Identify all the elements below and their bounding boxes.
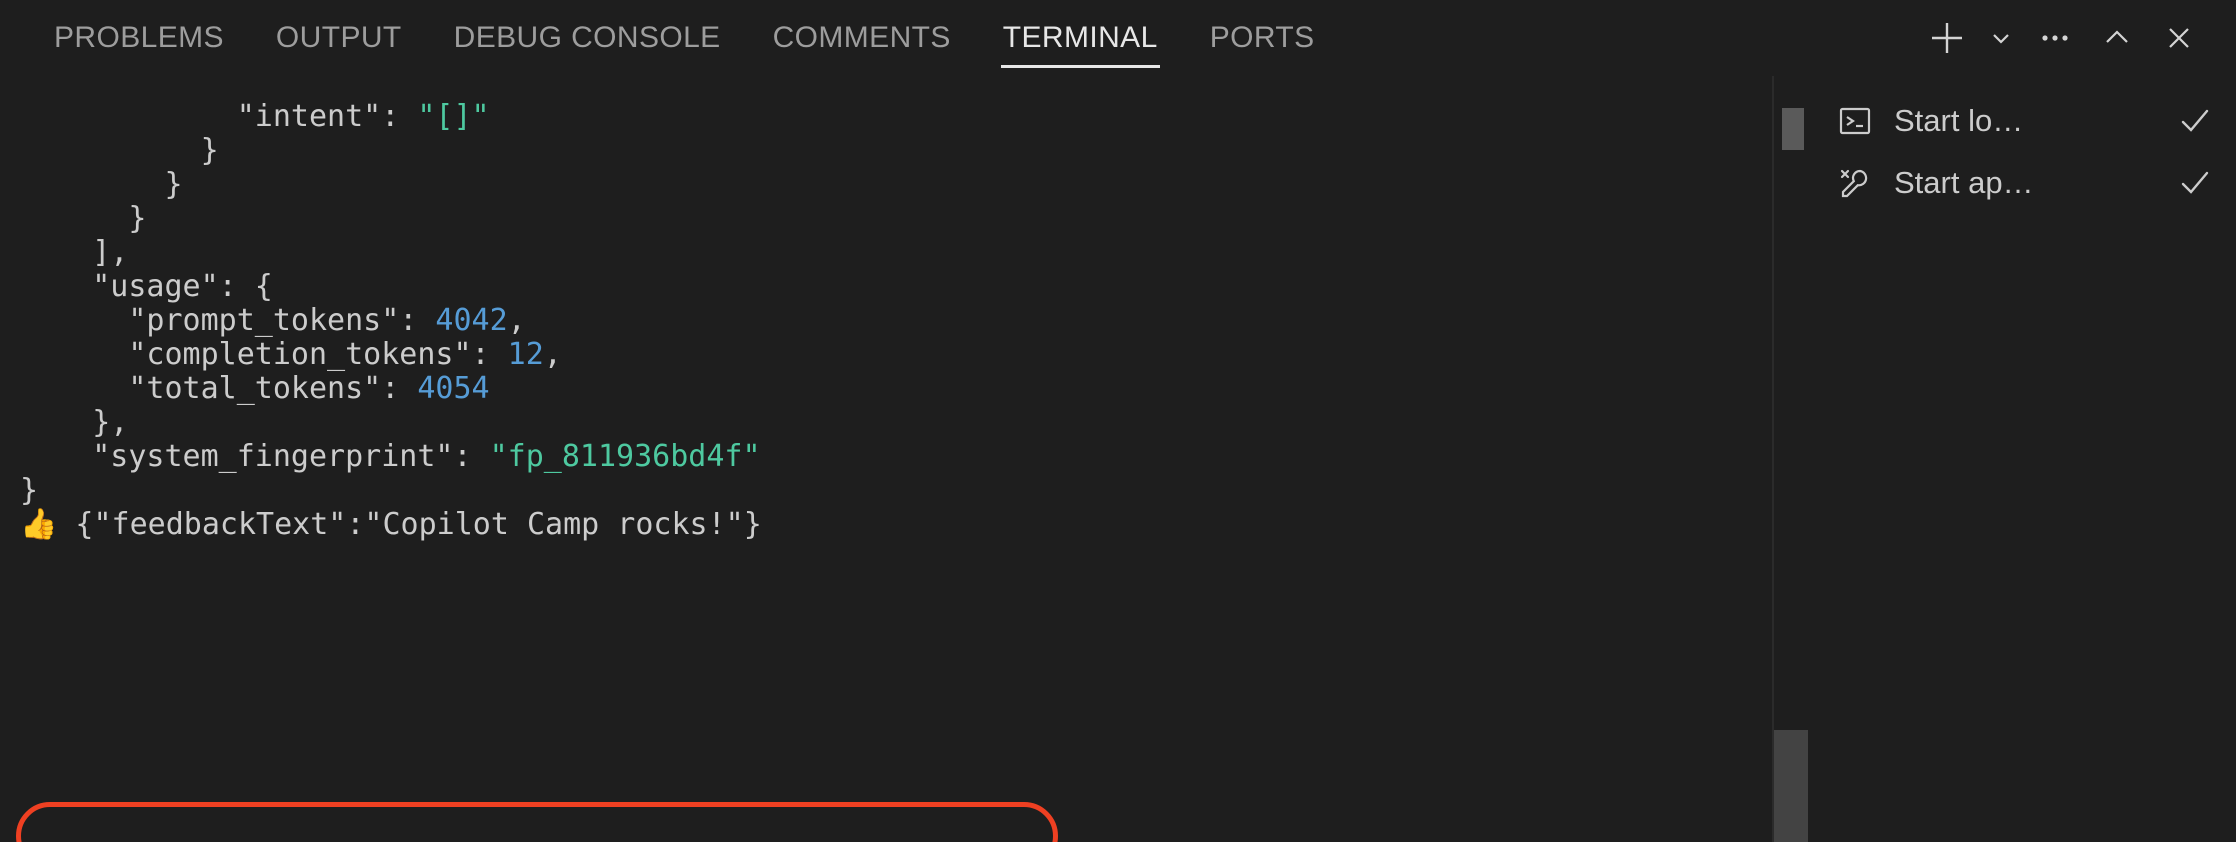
maximize-panel-button[interactable]	[2086, 7, 2148, 69]
terminal-token: }	[128, 201, 147, 236]
terminal-profile-dropdown-button[interactable]	[1978, 7, 2024, 69]
terminal-token: "completion_tokens":	[128, 337, 508, 372]
terminal-token: "system_fingerprint":	[92, 439, 490, 474]
terminal-line: 👍 {"feedbackText":"Copilot Camp rocks!"}	[20, 508, 762, 542]
terminal-line: }	[20, 134, 762, 168]
terminal-token: "total_tokens":	[128, 371, 418, 406]
terminal-token: }	[200, 133, 219, 168]
panel-header: PROBLEMS OUTPUT DEBUG CONSOLE COMMENTS TERMI…	[0, 0, 2236, 76]
tab-debug-console[interactable]: DEBUG CONSOLE	[428, 0, 747, 76]
terminal-token: "fp_811936bd4f"	[489, 439, 761, 474]
close-panel-button[interactable]	[2148, 7, 2210, 69]
terminal-token: "prompt_tokens":	[128, 303, 436, 338]
terminal-line: },	[20, 406, 762, 440]
terminal-line: }	[20, 474, 762, 508]
terminal-token: 👍	[20, 507, 76, 542]
terminal-scrollbar[interactable]	[1772, 76, 1810, 842]
terminal-line: "completion_tokens": 12,	[20, 338, 762, 372]
terminal-line: ],	[20, 236, 762, 270]
terminal-token: 4042	[435, 303, 508, 338]
terminal-tab-label: Start lo…	[1894, 103, 2024, 138]
terminal-token: "intent":	[236, 99, 418, 134]
terminal-token: 4054	[417, 371, 490, 406]
terminal-token: {"feedbackText":"Copilot Camp rocks!"}	[75, 507, 762, 542]
terminal-line: "intent": "[]"	[20, 100, 762, 134]
check-icon	[2172, 162, 2218, 204]
terminal-token: ,	[507, 303, 526, 338]
terminal-token: "usage": {	[92, 269, 273, 304]
terminal-line: }	[20, 202, 762, 236]
tab-output[interactable]: OUTPUT	[250, 0, 428, 76]
new-terminal-button[interactable]	[1916, 7, 1978, 69]
terminal-token: 12	[507, 337, 544, 372]
terminal-line: "usage": {	[20, 270, 762, 304]
terminal-tab-item[interactable]: Start ap…	[1808, 152, 2236, 214]
terminal-token: ,	[543, 337, 562, 372]
check-icon	[2172, 100, 2218, 142]
terminal-output-area[interactable]: "intent": "[]" } } } ], "usage": { "prom…	[0, 76, 1772, 842]
terminal-line: "total_tokens": 4054	[20, 372, 762, 406]
terminal-text: "intent": "[]" } } } ], "usage": { "prom…	[20, 100, 762, 542]
terminal-tabs-list: Start lo… Start ap…	[1808, 76, 2236, 842]
tab-problems[interactable]: PROBLEMS	[28, 0, 250, 76]
views-and-more-actions-button[interactable]	[2024, 7, 2086, 69]
tab-ports[interactable]: PORTS	[1184, 0, 1341, 76]
tools-icon	[1834, 162, 1876, 204]
terminal-line: }	[20, 168, 762, 202]
terminal-token: ],	[92, 235, 129, 270]
tab-comments[interactable]: COMMENTS	[747, 0, 977, 76]
terminal-token: }	[20, 473, 39, 508]
terminal-line: "system_fingerprint": "fp_811936bd4f"	[20, 440, 762, 474]
terminal-token: "[]"	[417, 99, 490, 134]
terminal-token: }	[164, 167, 183, 202]
feedback-annotation-highlight	[16, 802, 1058, 842]
scrollbar-overview-marker	[1782, 108, 1804, 150]
panel-header-actions	[1916, 0, 2210, 76]
terminal-token: },	[92, 405, 129, 440]
terminal-icon	[1834, 100, 1876, 142]
scrollbar-thumb[interactable]	[1774, 730, 1810, 842]
panel-tab-list: PROBLEMS OUTPUT DEBUG CONSOLE COMMENTS TERMI…	[0, 0, 1341, 76]
terminal-tab-label: Start ap…	[1894, 165, 2034, 200]
terminal-tab-item[interactable]: Start lo…	[1808, 90, 2236, 152]
tab-terminal[interactable]: TERMINAL	[977, 0, 1184, 76]
terminal-line: "prompt_tokens": 4042,	[20, 304, 762, 338]
